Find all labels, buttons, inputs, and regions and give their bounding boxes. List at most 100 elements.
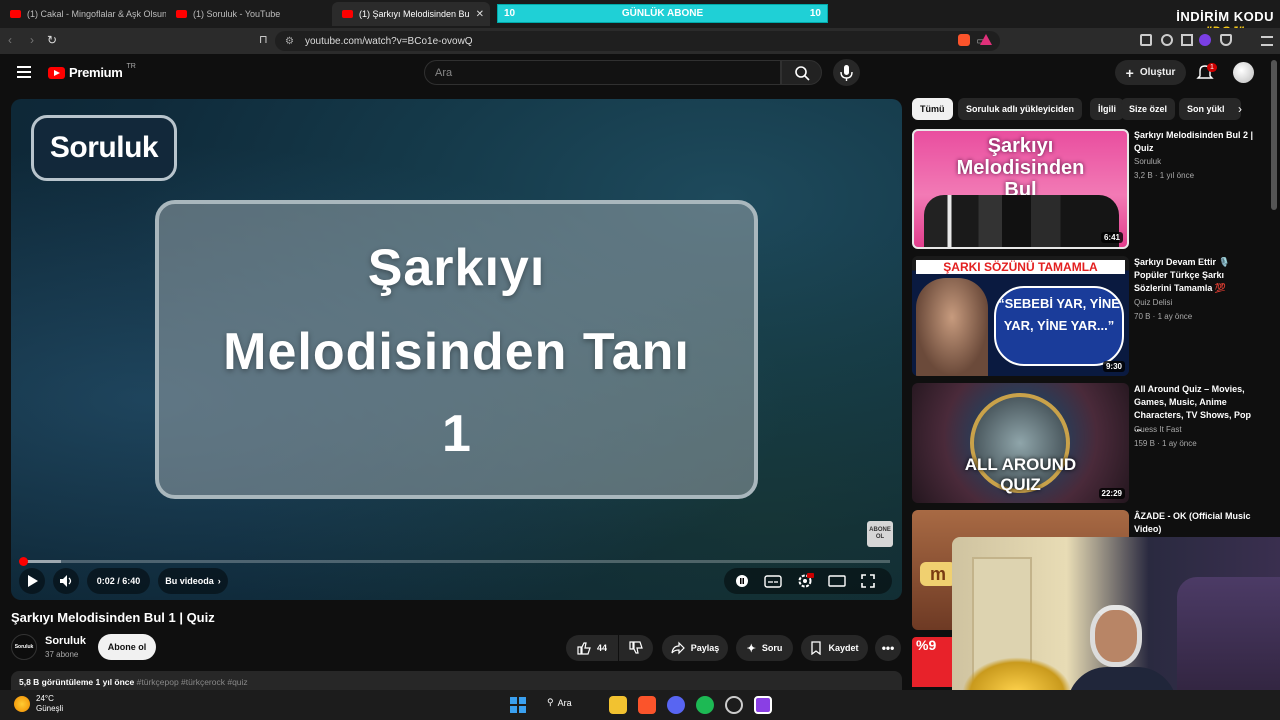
chapters-button[interactable]: Bu videoda › [158, 568, 228, 594]
brave-rewards-icon[interactable] [980, 34, 992, 45]
dislike-button[interactable] [619, 635, 653, 661]
more-dots-icon: ••• [881, 641, 895, 655]
recommended-meta: 159 B · 1 ay önce [1134, 439, 1197, 448]
thumbnail-people-image [924, 195, 1119, 247]
windows-start-icon[interactable] [509, 696, 527, 714]
bookmark-icon[interactable]: ⊓ [259, 33, 268, 46]
chip-for-you[interactable]: Size özel [1121, 98, 1176, 120]
profile-icon[interactable] [1199, 34, 1211, 46]
app-icon[interactable] [754, 696, 772, 714]
recommended-meta: 3,2 B · 1 yıl önce [1134, 171, 1195, 180]
sparkle-icon: ✦ [746, 642, 756, 655]
site-info-icon[interactable]: ⚙ [285, 36, 294, 47]
channel-avatar[interactable]: Soruluk [11, 634, 37, 660]
notification-count-badge: 1 [1207, 63, 1217, 72]
recommended-title[interactable]: Şarkıyı Devam Ettir 🎙️ Popüler Türkçe Şa… [1134, 256, 1258, 295]
page-scrollbar[interactable] [1271, 60, 1277, 210]
forward-icon[interactable]: › [30, 33, 34, 47]
subscribe-watermark[interactable]: ABONE OL [867, 521, 893, 547]
chevron-right-icon: › [217, 576, 221, 586]
voice-search-button[interactable] [833, 59, 860, 86]
taskbar-search[interactable]: ⚲ Ara [547, 697, 572, 708]
browser-menu-icon[interactable] [1261, 36, 1273, 46]
brave-shield-icon[interactable] [958, 34, 970, 46]
subscribe-button[interactable]: Abone ol [98, 634, 156, 660]
chip-recent[interactable]: Son yükl [1179, 98, 1241, 120]
recommended-title[interactable]: ÂZADE - OK (Official Music Video) [1134, 510, 1258, 536]
video-title-card: Şarkıyı Melodisinden Tanı 1 [155, 200, 758, 499]
video-thumbnail[interactable]: ALL AROUND QUIZ 22:29 [912, 383, 1129, 503]
taskbar-search-icon: ⚲ [547, 697, 554, 707]
media-icon[interactable] [1161, 34, 1173, 46]
progress-bar[interactable] [22, 560, 890, 563]
windows-taskbar: 24°C Güneşli ⚲ Ara [0, 690, 1280, 720]
discord-icon[interactable] [667, 696, 685, 714]
scrubber-handle[interactable] [19, 557, 28, 566]
theater-mode-icon[interactable] [828, 573, 846, 589]
browser-tab[interactable]: (1) Cakal - Mingoflalar & Aşk Olsun ( [0, 2, 166, 26]
video-thumbnail[interactable]: Şarkıyı Melodisinden Bul 6:41 [912, 129, 1129, 249]
search-button[interactable] [781, 60, 822, 85]
partial-thumbnail[interactable]: %9 [912, 637, 952, 687]
video-player[interactable]: Soruluk Şarkıyı Melodisinden Tanı 1 ABON… [11, 99, 902, 600]
obs-icon[interactable] [725, 696, 743, 714]
description-box[interactable]: 5,8 B görüntüleme 1 yıl önce #türkçepop … [11, 671, 902, 691]
mute-button[interactable] [53, 568, 79, 594]
goal-left-count: 10 [504, 8, 516, 19]
youtube-header: Premium TR Ara + Oluştur [0, 54, 1280, 94]
browser-tab[interactable]: (1) Soruluk - YouTube [166, 2, 330, 26]
create-button[interactable]: + Oluştur [1115, 60, 1186, 85]
reload-icon[interactable]: ↻ [47, 33, 57, 47]
hashtags[interactable]: #türkçepop #türkçerock #quiz [137, 677, 248, 687]
save-button[interactable]: Kaydet [801, 635, 868, 661]
youtube-logo[interactable]: Premium TR [48, 63, 136, 80]
play-icon [28, 575, 38, 587]
back-icon[interactable]: ‹ [8, 33, 12, 47]
sidebar-icon[interactable] [1181, 34, 1193, 46]
wallet-icon[interactable] [1220, 34, 1232, 46]
goal-label: GÜNLÜK ABONE [621, 8, 704, 19]
play-button[interactable] [19, 568, 45, 594]
channel-name[interactable]: Soruluk [45, 635, 86, 647]
share-button[interactable]: Paylaş [662, 635, 728, 661]
video-thumbnail[interactable]: ŞARKI SÖZÜNÜ TAMAMLA “SEBEBİ YAR, YİNE Y… [912, 256, 1129, 376]
fullscreen-icon[interactable] [860, 573, 876, 589]
subtitles-icon[interactable] [764, 573, 782, 589]
more-actions-button[interactable]: ••• [875, 635, 901, 661]
account-avatar[interactable] [1233, 62, 1254, 83]
recommended-channel[interactable]: Guess It Fast [1134, 425, 1182, 434]
recommended-meta: 70 B · 1 ay önce [1134, 312, 1193, 321]
recommended-video[interactable]: ALL AROUND QUIZ 22:29 All Around Quiz – … [912, 383, 1252, 505]
recommended-video[interactable]: Şarkıyı Melodisinden Bul 6:41 Şarkıyı Me… [912, 129, 1253, 251]
channel-brand-overlay: Soruluk [31, 115, 177, 181]
recommended-channel[interactable]: Quiz Delisi [1134, 298, 1172, 307]
settings-gear-icon[interactable] [796, 572, 814, 590]
hamburger-menu-icon[interactable] [17, 66, 31, 78]
recommendation-chips: Tümü Soruluk adlı yükleyiciden İlgili Si… [912, 98, 1252, 120]
chips-next-icon[interactable]: › [1238, 102, 1242, 116]
close-tab-icon[interactable]: ✕ [476, 9, 484, 20]
chip-all[interactable]: Tümü [912, 98, 953, 120]
create-label: Oluştur [1139, 67, 1176, 78]
recommended-channel[interactable]: Soruluk [1134, 157, 1161, 166]
recommended-title[interactable]: Şarkıyı Melodisinden Bul 2 | Quiz [1134, 129, 1258, 155]
ask-label: Soru [761, 643, 783, 653]
extensions-icon[interactable] [1140, 34, 1152, 46]
weather-widget[interactable]: 24°C Güneşli [14, 694, 63, 714]
channel-avatar-text: Soruluk [14, 644, 34, 650]
chip-related[interactable]: İlgili [1090, 98, 1124, 120]
recommended-video[interactable]: ŞARKI SÖZÜNÜ TAMAMLA “SEBEBİ YAR, YİNE Y… [912, 256, 1252, 378]
goal-right-count: 10 [809, 8, 821, 19]
ask-button[interactable]: ✦ Soru [736, 635, 793, 661]
autoplay-toggle-icon[interactable] [734, 573, 750, 589]
like-button[interactable]: 44 [566, 635, 618, 661]
brave-browser-icon[interactable] [638, 696, 656, 714]
tab-label: (1) Şarkıyı Melodisinden Bul 1 | Q [359, 9, 470, 19]
search-input[interactable]: Ara [424, 60, 781, 85]
file-explorer-icon[interactable] [609, 696, 627, 714]
chip-uploader[interactable]: Soruluk adlı yükleyiciden [958, 98, 1083, 120]
spotify-icon[interactable] [696, 696, 714, 714]
browser-tab-active[interactable]: (1) Şarkıyı Melodisinden Bul 1 | Q ✕ [332, 2, 490, 26]
promo-title: İNDİRİM KODU [1176, 9, 1274, 24]
url-field[interactable]: ⚙ youtube.com/watch?v=BCo1e-ovowQ ▭ [275, 31, 1000, 51]
